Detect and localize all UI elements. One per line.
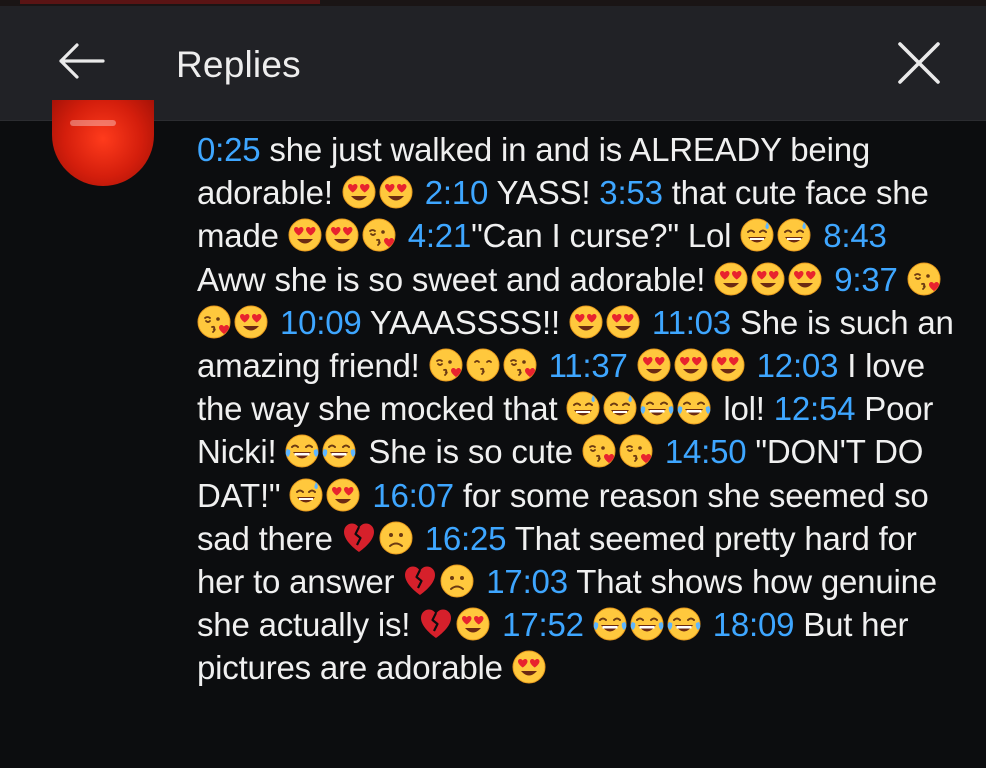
comment-text <box>584 606 593 643</box>
joy-emoji-icon <box>285 434 319 468</box>
heart-eyes-emoji-icon <box>325 218 359 252</box>
timestamp-link[interactable]: 14:50 <box>665 433 747 470</box>
comment-text: She is so cute <box>359 433 582 471</box>
page-title: Replies <box>176 44 301 85</box>
joy-emoji-icon <box>677 391 711 425</box>
timestamp-link[interactable]: 16:07 <box>372 477 454 514</box>
comment-text <box>399 217 408 254</box>
timestamp-link[interactable]: 9:37 <box>834 261 898 298</box>
comment-text <box>477 563 486 600</box>
joy-emoji-icon <box>640 391 674 425</box>
close-icon <box>898 42 940 84</box>
heart-eyes-emoji-icon <box>637 348 671 382</box>
kissing-emoji-icon <box>466 348 500 382</box>
heart-eyes-emoji-icon <box>751 262 785 296</box>
sad-emoji-icon <box>440 564 474 598</box>
comment-text <box>748 347 757 384</box>
timestamp-link[interactable]: 11:37 <box>549 347 628 384</box>
avatar[interactable] <box>52 100 154 186</box>
timestamp-link[interactable]: 12:54 <box>774 390 856 427</box>
comment-text <box>643 304 652 341</box>
comment-text <box>271 304 280 341</box>
timestamp-link[interactable]: 4:21 <box>408 217 472 254</box>
heart-eyes-emoji-icon <box>512 650 546 684</box>
heart-eyes-emoji-icon <box>379 175 413 209</box>
timestamp-link[interactable]: 10:09 <box>280 304 362 341</box>
comment-body: 0:25 she just walked in and is ALREADY b… <box>197 128 957 690</box>
timestamp-link[interactable]: 17:03 <box>486 563 568 600</box>
timestamp-link[interactable]: 2:10 <box>425 174 489 211</box>
kissing-heart-emoji-icon <box>429 348 463 382</box>
heart-eyes-emoji-icon <box>674 348 708 382</box>
heart-eyes-emoji-icon <box>788 262 822 296</box>
sweat-smile-emoji-icon <box>289 478 323 512</box>
timestamp-link[interactable]: 17:52 <box>502 606 584 643</box>
status-strip-accent <box>20 0 320 4</box>
broken-heart-emoji-icon <box>342 521 376 555</box>
comment-text <box>540 347 549 384</box>
comment-text: "Can I curse?" Lol <box>471 217 741 255</box>
comment-text: Aww she is so sweet and adorable! <box>197 260 715 298</box>
heart-eyes-emoji-icon <box>714 262 748 296</box>
kissing-heart-emoji-icon <box>582 434 616 468</box>
sweat-smile-emoji-icon <box>566 391 600 425</box>
timestamp-link[interactable]: 3:53 <box>599 174 663 211</box>
kissing-heart-emoji-icon <box>197 305 231 339</box>
heart-eyes-emoji-icon <box>234 305 268 339</box>
comment-text <box>416 520 425 557</box>
kissing-heart-emoji-icon <box>362 218 396 252</box>
comment-text <box>628 347 637 384</box>
joy-emoji-icon <box>630 607 664 641</box>
comment-text <box>825 261 834 298</box>
sad-emoji-icon <box>379 521 413 555</box>
comment-text <box>898 261 907 298</box>
sweat-smile-emoji-icon <box>777 218 811 252</box>
timestamp-link[interactable]: 12:03 <box>757 347 839 384</box>
heart-eyes-emoji-icon <box>569 305 603 339</box>
close-button[interactable] <box>888 32 950 94</box>
comment-text <box>814 217 823 254</box>
sweat-smile-emoji-icon <box>603 391 637 425</box>
comment-text <box>656 433 665 470</box>
timestamp-link[interactable]: 8:43 <box>823 217 887 254</box>
timestamp-link[interactable]: 11:03 <box>652 304 731 341</box>
broken-heart-emoji-icon <box>419 607 453 641</box>
timestamp-link[interactable]: 0:25 <box>197 131 261 168</box>
timestamp-link[interactable]: 16:25 <box>425 520 507 557</box>
heart-eyes-emoji-icon <box>456 607 490 641</box>
comment-text <box>704 606 713 643</box>
kissing-heart-emoji-icon <box>907 262 941 296</box>
kissing-heart-emoji-icon <box>503 348 537 382</box>
comment-text <box>416 174 425 211</box>
joy-emoji-icon <box>322 434 356 468</box>
joy-emoji-icon <box>593 607 627 641</box>
sweat-smile-emoji-icon <box>740 218 774 252</box>
heart-eyes-emoji-icon <box>326 478 360 512</box>
arrow-left-icon <box>59 43 105 79</box>
comment-text <box>493 606 502 643</box>
back-button[interactable] <box>52 32 110 90</box>
broken-heart-emoji-icon <box>403 564 437 598</box>
heart-eyes-emoji-icon <box>606 305 640 339</box>
comment-text: lol! <box>714 390 774 428</box>
joy-emoji-icon <box>667 607 701 641</box>
kissing-heart-emoji-icon <box>619 434 653 468</box>
heart-eyes-emoji-icon <box>342 175 376 209</box>
comment-text: YAAASSSS!! <box>361 303 569 341</box>
heart-eyes-emoji-icon <box>288 218 322 252</box>
heart-eyes-emoji-icon <box>711 348 745 382</box>
timestamp-link[interactable]: 18:09 <box>713 606 795 643</box>
avatar-logo-mark <box>70 120 116 126</box>
comment-text: YASS! <box>488 174 600 212</box>
